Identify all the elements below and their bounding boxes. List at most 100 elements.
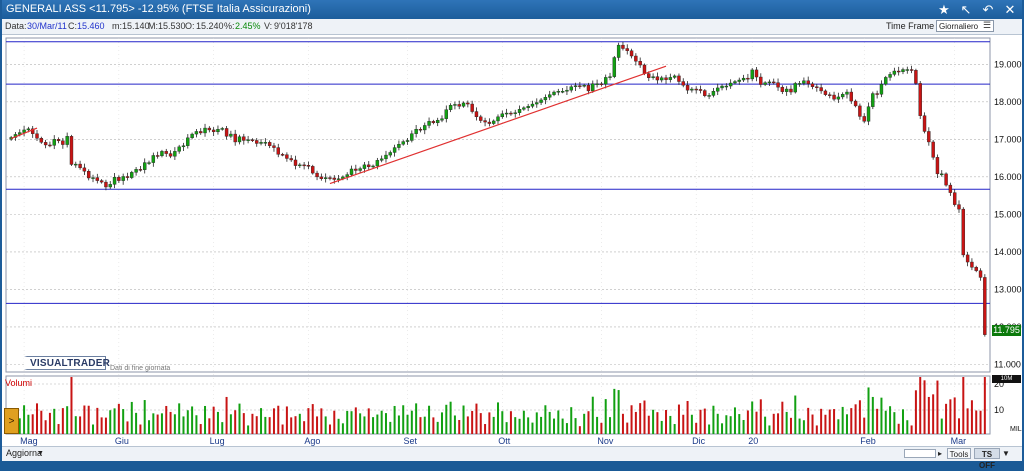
- volume-bar: [583, 413, 586, 434]
- volume-bar: [570, 407, 573, 434]
- candle-body: [448, 104, 453, 110]
- candle-body: [720, 85, 724, 89]
- candle-body: [168, 153, 173, 157]
- horizontal-scrollbar[interactable]: [904, 449, 936, 458]
- candle-body: [418, 128, 423, 131]
- panel-toggle-button[interactable]: >: [4, 408, 19, 434]
- volume-bar: [660, 420, 663, 434]
- candle-body: [918, 83, 922, 116]
- x-tick-label: Ago: [304, 436, 320, 446]
- candle-body: [199, 131, 203, 134]
- tools-button[interactable]: Tools: [947, 448, 971, 459]
- volume-bar: [837, 419, 840, 434]
- scroll-right-icon[interactable]: ▸: [938, 447, 942, 460]
- candle-body: [978, 270, 983, 278]
- ts-off-button[interactable]: TS OFF: [974, 448, 1000, 470]
- volume-bar: [690, 414, 693, 434]
- candle-body: [375, 160, 380, 167]
- volume-bar: [281, 424, 284, 434]
- candle-body: [901, 69, 905, 72]
- chevron-down-icon[interactable]: ▼: [37, 447, 44, 460]
- volume-bar: [604, 399, 607, 434]
- volume-bar: [979, 410, 982, 434]
- candle-body: [104, 181, 108, 188]
- y-tick-label: 16.000: [994, 172, 1022, 182]
- volume-bar: [531, 422, 534, 434]
- volume-bar: [910, 425, 913, 434]
- candle-body: [285, 154, 289, 159]
- volume-bar: [497, 402, 499, 434]
- y-tick-label: 13.000: [994, 284, 1022, 294]
- volume-bar: [182, 416, 185, 434]
- volume-bar: [733, 407, 736, 434]
- candle-body: [22, 129, 26, 133]
- candle-body: [642, 64, 647, 74]
- volume-bar: [389, 421, 392, 434]
- candle-body: [845, 91, 849, 95]
- candle-body: [147, 162, 151, 164]
- volume-bar: [716, 413, 719, 434]
- candle-body: [211, 129, 216, 133]
- chart-area[interactable]: 19.000 18.000 17.000 16.000 15.000 14.000 13.0…: [2, 0, 1022, 460]
- volume-bar: [376, 414, 379, 434]
- price-chart[interactable]: 19.000 18.000 17.000 16.000 15.000 14.000 13.0…: [2, 0, 1022, 460]
- volume-bar: [639, 403, 642, 434]
- candle-body: [461, 102, 466, 107]
- candle-body: [616, 44, 621, 58]
- candle-body: [914, 70, 918, 84]
- candle-body: [677, 75, 681, 82]
- chevron-down-icon[interactable]: ▼: [1002, 447, 1010, 460]
- candle-body: [220, 128, 224, 130]
- candle-body: [95, 177, 100, 181]
- volume-bar: [613, 388, 616, 434]
- candle-body: [728, 82, 733, 87]
- candle-body: [909, 69, 914, 71]
- volume-bar: [484, 424, 487, 434]
- volume-bar: [945, 403, 948, 434]
- y-tick-label: 17.000: [994, 134, 1022, 144]
- candle-body: [397, 144, 401, 148]
- candle-body: [711, 91, 716, 96]
- candle-body: [194, 131, 199, 135]
- candle-body: [694, 88, 698, 91]
- last-price-badge: 11.795: [992, 325, 1021, 336]
- volume-bar: [122, 409, 125, 434]
- volume-bar: [501, 411, 504, 434]
- volume-bar: [83, 405, 86, 434]
- volume-bar: [565, 423, 568, 434]
- candle-body: [61, 140, 65, 145]
- volume-bar: [74, 416, 77, 434]
- candle-body: [948, 184, 953, 193]
- volume-bar: [643, 400, 646, 434]
- volume-bar: [919, 377, 922, 434]
- candle-body: [884, 77, 888, 85]
- candle-body: [349, 168, 354, 175]
- volume-bar: [889, 406, 892, 434]
- candle-body: [858, 105, 862, 117]
- candle-body: [367, 164, 371, 167]
- candle-body: [39, 137, 44, 143]
- volume-bar: [346, 410, 349, 434]
- volume-bar: [173, 414, 176, 434]
- volume-bar: [535, 412, 538, 434]
- candle-body: [927, 131, 931, 143]
- candle-body: [130, 172, 134, 178]
- end-of-day-note: Dati di fine giornata: [110, 365, 171, 372]
- candle-body: [560, 91, 565, 93]
- volume-bar: [798, 418, 801, 434]
- candle-body: [888, 74, 892, 78]
- candle-body: [840, 94, 845, 98]
- candle-body: [431, 121, 436, 124]
- volume-bar: [850, 408, 853, 434]
- volume-bar: [712, 405, 715, 434]
- candle-body: [698, 89, 703, 91]
- candle-body: [819, 87, 823, 92]
- candle-body: [815, 86, 819, 88]
- candle-body: [647, 73, 651, 78]
- volume-bar: [669, 415, 672, 434]
- volume-bar: [216, 411, 219, 434]
- volume-bar: [87, 405, 90, 434]
- candle-body: [181, 145, 186, 148]
- candle-body: [741, 77, 746, 81]
- volume-bar: [445, 404, 448, 434]
